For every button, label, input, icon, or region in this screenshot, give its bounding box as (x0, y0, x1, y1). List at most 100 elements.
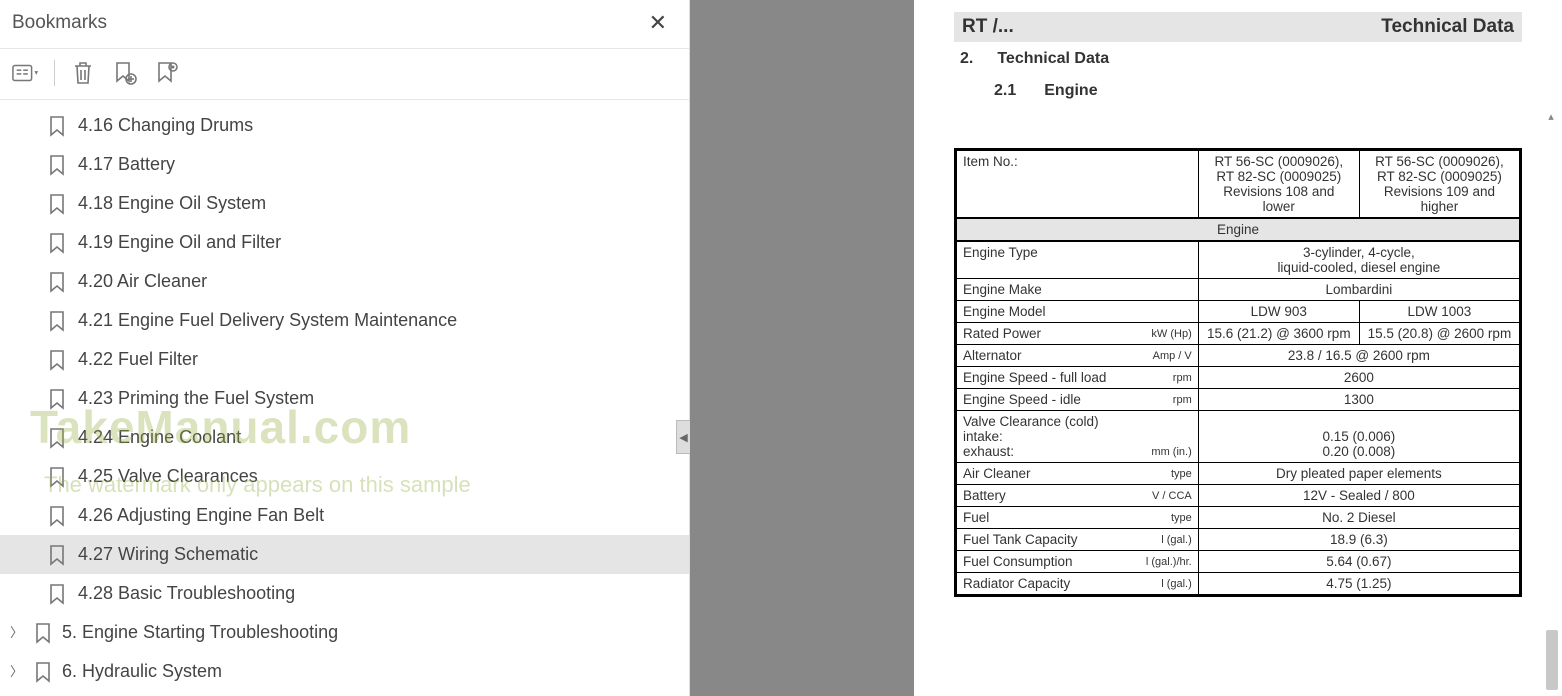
toolbar-separator (54, 60, 55, 86)
table-row-value: 2600 (1198, 367, 1520, 389)
table-row-label: Engine Type (956, 241, 1199, 279)
section-number: 2. (960, 50, 973, 68)
scroll-up-icon[interactable]: ▴ (1544, 110, 1558, 124)
table-row-value: 15.5 (20.8) @ 2600 rpm (1359, 323, 1520, 345)
bookmark-item[interactable]: 4.21 Engine Fuel Delivery System Mainten… (0, 301, 689, 340)
bookmark-label: 4.21 Engine Fuel Delivery System Mainten… (78, 307, 457, 334)
table-row-value: 0.15 (0.006)0.20 (0.008) (1198, 411, 1520, 463)
table-row-label: Engine Model (956, 301, 1199, 323)
bookmark-icon (48, 583, 66, 605)
page-header-left: RT /... (962, 16, 1014, 38)
bookmark-item[interactable]: 4.18 Engine Oil System (0, 184, 689, 223)
bookmark-item[interactable]: 4.16 Changing Drums (0, 106, 689, 145)
bookmark-label: 4.18 Engine Oil System (78, 190, 266, 217)
table-row-label: Air Cleanertype (956, 463, 1199, 485)
table-row-value: 15.6 (21.2) @ 3600 rpm (1198, 323, 1359, 345)
table-row-value: 4.75 (1.25) (1198, 573, 1520, 596)
collapse-handle-icon[interactable]: ◀ (676, 420, 690, 454)
table-section-label: Engine (956, 218, 1521, 241)
bookmark-item[interactable]: 4.19 Engine Oil and Filter (0, 223, 689, 262)
table-row-label: BatteryV / CCA (956, 485, 1199, 507)
table-row-label: Engine Make (956, 279, 1199, 301)
bookmark-item[interactable]: 4.26 Adjusting Engine Fan Belt (0, 496, 689, 535)
scroll-thumb[interactable] (1546, 630, 1558, 690)
table-row-label: Rated PowerkW (Hp) (956, 323, 1199, 345)
close-icon[interactable]: ✕ (643, 8, 673, 38)
bookmark-icon (34, 622, 52, 644)
bookmark-parent-item[interactable]: 〉 6. Hydraulic System (0, 652, 689, 691)
delete-icon[interactable] (69, 59, 97, 87)
bookmarks-list[interactable]: TakeManual.com The watermark only appear… (0, 100, 689, 696)
table-header-col2: RT 56-SC (0009026),RT 82-SC (0009025)Rev… (1359, 150, 1520, 219)
table-row-value: 5.64 (0.67) (1198, 551, 1520, 573)
table-row-value: 23.8 / 16.5 @ 2600 rpm (1198, 345, 1520, 367)
bookmark-icon (48, 310, 66, 332)
bookmark-icon (48, 544, 66, 566)
table-row-value: 3-cylinder, 4-cycle,liquid-cooled, diese… (1198, 241, 1520, 279)
bookmark-label: 5. Engine Starting Troubleshooting (62, 619, 338, 646)
bookmark-label: 4.24 Engine Coolant (78, 424, 241, 451)
table-row-value: LDW 903 (1198, 301, 1359, 323)
subsection-heading: 2.1 Engine (994, 82, 1522, 100)
add-bookmark-icon[interactable] (111, 59, 139, 87)
bookmark-icon (48, 388, 66, 410)
bookmark-item[interactable]: 4.23 Priming the Fuel System (0, 379, 689, 418)
table-row-value: 1300 (1198, 389, 1520, 411)
table-row-label: Engine Speed - full loadrpm (956, 367, 1199, 389)
document-page: RT /... Technical Data 2. Technical Data… (914, 0, 1562, 696)
table-header-col1: RT 56-SC (0009026),RT 82-SC (0009025)Rev… (1198, 150, 1359, 219)
bookmark-label: 4.22 Fuel Filter (78, 346, 198, 373)
section-heading: 2. Technical Data (960, 50, 1522, 68)
technical-data-table: Item No.:RT 56-SC (0009026),RT 82-SC (00… (954, 148, 1522, 597)
bookmark-label: 4.26 Adjusting Engine Fan Belt (78, 502, 324, 529)
bookmark-icon (48, 271, 66, 293)
bookmark-icon (48, 115, 66, 137)
chevron-right-icon[interactable]: 〉 (10, 662, 24, 682)
bookmark-item[interactable]: 4.25 Valve Clearances (0, 457, 689, 496)
bookmark-label: 4.25 Valve Clearances (78, 463, 258, 490)
bookmark-label: 6. Hydraulic System (62, 658, 222, 685)
page-header: RT /... Technical Data (954, 12, 1522, 42)
table-row-value: No. 2 Diesel (1198, 507, 1520, 529)
scrollbar[interactable]: ▴ (1544, 110, 1560, 670)
section-title: Technical Data (997, 50, 1109, 68)
bookmark-label: 4.20 Air Cleaner (78, 268, 207, 295)
table-row-label: Fuel Tank Capacityl (gal.) (956, 529, 1199, 551)
bookmark-parent-item[interactable]: 〉 5. Engine Starting Troubleshooting (0, 613, 689, 652)
bookmarks-toolbar (0, 49, 689, 100)
bookmark-label: 4.23 Priming the Fuel System (78, 385, 314, 412)
table-row-value: Lombardini (1198, 279, 1520, 301)
table-header-item: Item No.: (956, 150, 1199, 219)
bookmark-icon (48, 232, 66, 254)
bookmark-icon (48, 154, 66, 176)
bookmark-item[interactable]: 4.20 Air Cleaner (0, 262, 689, 301)
table-row-label: Valve Clearance (cold) intake: exhaust:m… (956, 411, 1199, 463)
bookmark-item[interactable]: 4.28 Basic Troubleshooting (0, 574, 689, 613)
bookmark-label: 4.27 Wiring Schematic (78, 541, 258, 568)
options-icon[interactable] (12, 59, 40, 87)
table-row-value: Dry pleated paper elements (1198, 463, 1520, 485)
bookmarks-panel: Bookmarks ✕ TakeManual.com The watermark… (0, 0, 690, 696)
bookmark-item[interactable]: 4.24 Engine Coolant (0, 418, 689, 457)
bookmark-icon (48, 505, 66, 527)
bookmark-label: 4.17 Battery (78, 151, 175, 178)
table-row-label: Engine Speed - idlerpm (956, 389, 1199, 411)
bookmark-item[interactable]: 4.22 Fuel Filter (0, 340, 689, 379)
table-row-value: LDW 1003 (1359, 301, 1520, 323)
bookmark-icon (48, 466, 66, 488)
table-row-value: 12V - Sealed / 800 (1198, 485, 1520, 507)
table-row-label: Fuel Consumptionl (gal.)/hr. (956, 551, 1199, 573)
bookmark-label: 4.28 Basic Troubleshooting (78, 580, 295, 607)
subsection-number: 2.1 (994, 82, 1016, 100)
bookmark-item[interactable]: 4.17 Battery (0, 145, 689, 184)
bookmark-item[interactable]: 4.27 Wiring Schematic (0, 535, 689, 574)
table-row-label: Fueltype (956, 507, 1199, 529)
bookmark-label: 4.19 Engine Oil and Filter (78, 229, 281, 256)
table-row-label: Radiator Capacityl (gal.) (956, 573, 1199, 596)
bookmark-icon (48, 193, 66, 215)
bookmarks-title: Bookmarks (12, 12, 107, 34)
page-header-right: Technical Data (1381, 16, 1514, 38)
table-row-value: 18.9 (6.3) (1198, 529, 1520, 551)
chevron-right-icon[interactable]: 〉 (10, 623, 24, 643)
bookmark-settings-icon[interactable] (153, 59, 181, 87)
